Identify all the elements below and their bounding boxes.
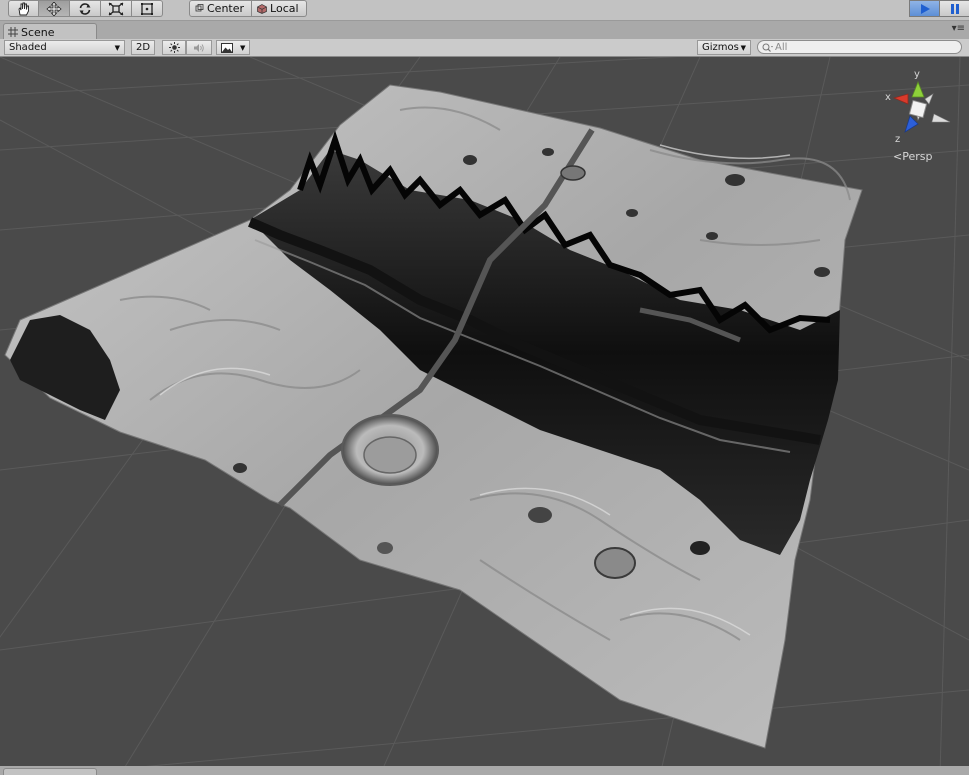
transform-tools [8, 0, 163, 17]
scene-search-input[interactable] [775, 41, 955, 53]
pivot-controls: Center Local [189, 0, 307, 17]
projection-toggle[interactable]: <Persp [893, 150, 932, 163]
scene-view-toolbar: Shaded ▼ 2D ▼ Gizmos ▼ [0, 39, 969, 57]
scene-audio-toggle[interactable] [186, 40, 212, 55]
scene-effects-dropdown[interactable]: ▼ [216, 40, 250, 55]
play-button[interactable] [909, 0, 940, 17]
pivot-local-label: Local [270, 2, 299, 15]
rotate-tool-button[interactable] [70, 0, 101, 17]
scene-tab-strip: Scene ▾≡ [0, 20, 969, 40]
search-icon[interactable] [762, 43, 773, 52]
play-icon [920, 3, 930, 14]
main-toolbar: Center Local [0, 0, 969, 20]
toggle-2d-label: 2D [135, 42, 151, 53]
tab-scene-label: Scene [21, 25, 55, 39]
scene-search [757, 40, 962, 54]
draw-mode-value: Shaded [9, 42, 47, 53]
tab-scene[interactable]: Scene [3, 23, 97, 40]
cube-icon [257, 3, 267, 14]
move-tool-button[interactable] [39, 0, 70, 17]
sun-icon [168, 42, 180, 53]
scene-canvas[interactable]: y x z [0, 57, 969, 766]
gizmos-label: Gizmos [702, 42, 739, 53]
orientation-gizmo[interactable]: y x z [885, 69, 951, 145]
toggle-2d-button[interactable]: 2D [131, 40, 155, 55]
scale-tool-button[interactable] [101, 0, 132, 17]
bottom-panel-tab[interactable] [3, 768, 97, 775]
playmode-controls [909, 0, 969, 17]
gizmo-y-label: y [914, 69, 920, 80]
draw-mode-dropdown[interactable]: Shaded ▼ [4, 40, 125, 55]
rect-tool-button[interactable] [132, 0, 163, 17]
pivot-local-toggle[interactable]: Local [252, 0, 307, 17]
tab-menu-icon[interactable]: ▾≡ [952, 23, 965, 34]
dropdown-arrow-icon: ▼ [114, 43, 120, 52]
scene-grid-icon [8, 27, 18, 37]
pause-button[interactable] [940, 0, 969, 17]
rotate-icon [79, 2, 91, 15]
pivot-center-toggle[interactable]: Center [189, 0, 253, 17]
pivot-icon [195, 4, 204, 12]
rect-icon [141, 2, 153, 15]
image-icon [220, 42, 233, 53]
dropdown-arrow-icon: ▼ [740, 43, 746, 52]
projection-label: Persp [902, 150, 933, 163]
dropdown-arrow-icon: ▼ [239, 43, 246, 52]
scene-viewport[interactable]: y x z <Persp [0, 57, 969, 766]
scene-lighting-toggle[interactable] [162, 40, 186, 55]
hand-tool-button[interactable] [8, 0, 39, 17]
gizmo-x-label: x [885, 92, 891, 103]
pause-icon [951, 3, 959, 14]
move-icon [46, 1, 62, 16]
pivot-center-label: Center [207, 2, 245, 15]
hand-icon [18, 2, 29, 15]
gizmos-dropdown[interactable]: Gizmos ▼ [697, 40, 751, 55]
bottom-panel-strip [0, 766, 969, 775]
terrain-mesh[interactable] [4, 84, 863, 749]
persp-icon: < [893, 150, 903, 163]
scale-icon [108, 1, 124, 16]
speaker-icon [194, 43, 204, 52]
gizmo-z-label: z [895, 134, 900, 145]
